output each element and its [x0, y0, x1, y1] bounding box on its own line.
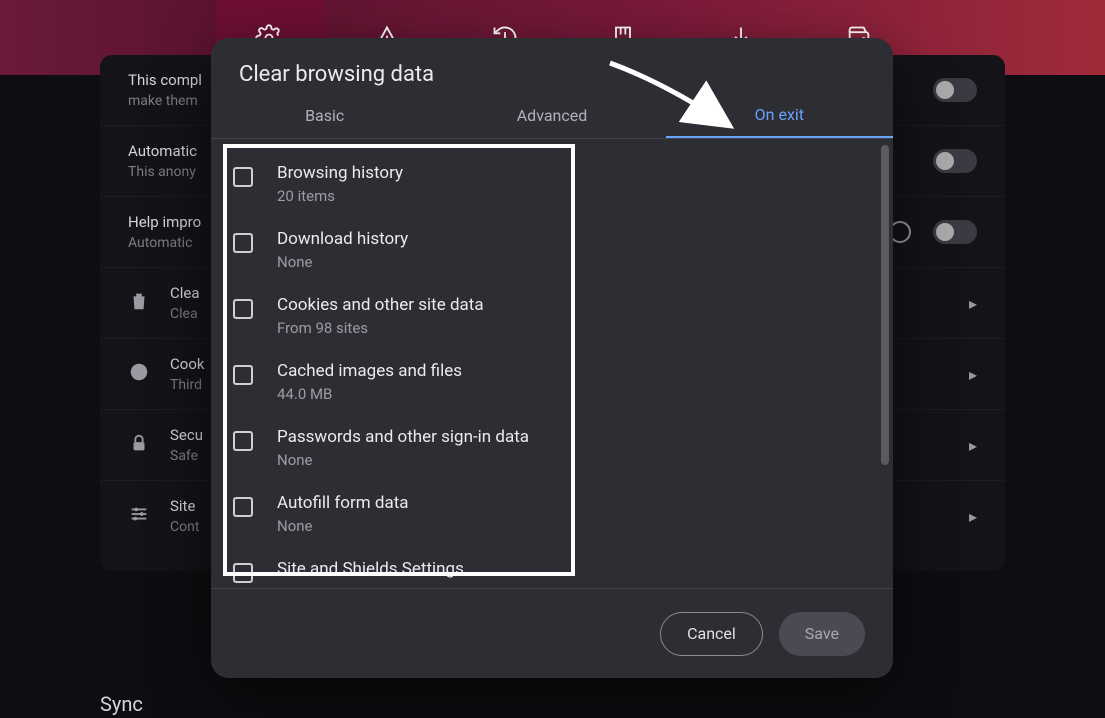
setting-title: This compl — [128, 71, 202, 89]
chevron-right-icon: ▸ — [969, 507, 977, 526]
toggle-switch[interactable] — [933, 149, 977, 173]
setting-title: Site — [170, 497, 199, 515]
option-subtitle: None — [277, 253, 408, 271]
checkbox[interactable] — [233, 497, 253, 517]
setting-subtitle: Clea — [170, 306, 200, 322]
setting-title: Automatic — [128, 142, 197, 160]
setting-title: Help impro — [128, 213, 201, 231]
tab-basic[interactable]: Basic — [211, 93, 438, 138]
option-title: Browsing history — [277, 163, 403, 183]
clear-browsing-data-dialog: Clear browsing data Basic Advanced On ex… — [211, 38, 893, 678]
chevron-right-icon: ▸ — [969, 294, 977, 313]
checkbox[interactable] — [233, 299, 253, 319]
setting-subtitle: make them — [128, 93, 202, 109]
setting-subtitle: Automatic — [128, 235, 201, 251]
checkbox[interactable] — [233, 563, 253, 583]
setting-title: Clea — [170, 284, 200, 302]
option-site-shields[interactable]: Site and Shields Settings — [233, 547, 873, 588]
option-title: Cached images and files — [277, 361, 462, 381]
chevron-right-icon: ▸ — [969, 365, 977, 384]
option-title: Autofill form data — [277, 493, 409, 513]
dialog-body: Browsing history 20 items Download histo… — [211, 139, 893, 588]
cancel-button[interactable]: Cancel — [660, 612, 763, 656]
option-browsing-history[interactable]: Browsing history 20 items — [233, 151, 873, 217]
sliders-icon — [128, 503, 150, 529]
dialog-tabs: Basic Advanced On exit — [211, 93, 893, 139]
option-passwords[interactable]: Passwords and other sign-in data None — [233, 415, 873, 481]
lock-icon — [128, 432, 150, 458]
option-subtitle: 44.0 MB — [277, 385, 462, 403]
save-button[interactable]: Save — [779, 612, 865, 656]
tab-on-exit[interactable]: On exit — [666, 93, 893, 138]
option-autofill[interactable]: Autofill form data None — [233, 481, 873, 547]
option-title: Site and Shields Settings — [277, 559, 464, 579]
toggle-switch[interactable] — [933, 78, 977, 102]
dialog-footer: Cancel Save — [211, 588, 893, 678]
scrollbar[interactable] — [881, 145, 889, 465]
setting-subtitle: Cont — [170, 519, 199, 535]
option-title: Passwords and other sign-in data — [277, 427, 529, 447]
chevron-right-icon: ▸ — [969, 436, 977, 455]
option-title: Download history — [277, 229, 408, 249]
option-subtitle: None — [277, 451, 529, 469]
sync-heading: Sync — [100, 692, 143, 716]
option-cached-images[interactable]: Cached images and files 44.0 MB — [233, 349, 873, 415]
option-subtitle: 20 items — [277, 187, 403, 205]
tab-advanced[interactable]: Advanced — [438, 93, 665, 138]
setting-subtitle: Safe — [170, 448, 203, 464]
checkbox[interactable] — [233, 233, 253, 253]
trash-icon — [128, 290, 150, 316]
option-cookies[interactable]: Cookies and other site data From 98 site… — [233, 283, 873, 349]
option-download-history[interactable]: Download history None — [233, 217, 873, 283]
option-subtitle: From 98 sites — [277, 319, 484, 337]
checkbox[interactable] — [233, 167, 253, 187]
checkbox[interactable] — [233, 365, 253, 385]
option-subtitle: None — [277, 517, 409, 535]
setting-title: Secu — [170, 426, 203, 444]
checkbox[interactable] — [233, 431, 253, 451]
toggle-switch[interactable] — [933, 220, 977, 244]
cookie-icon — [128, 361, 150, 387]
option-title: Cookies and other site data — [277, 295, 484, 315]
setting-subtitle: This anony — [128, 164, 197, 180]
dialog-title: Clear browsing data — [211, 38, 893, 93]
setting-subtitle: Third — [170, 377, 204, 393]
setting-title: Cook — [170, 355, 204, 373]
